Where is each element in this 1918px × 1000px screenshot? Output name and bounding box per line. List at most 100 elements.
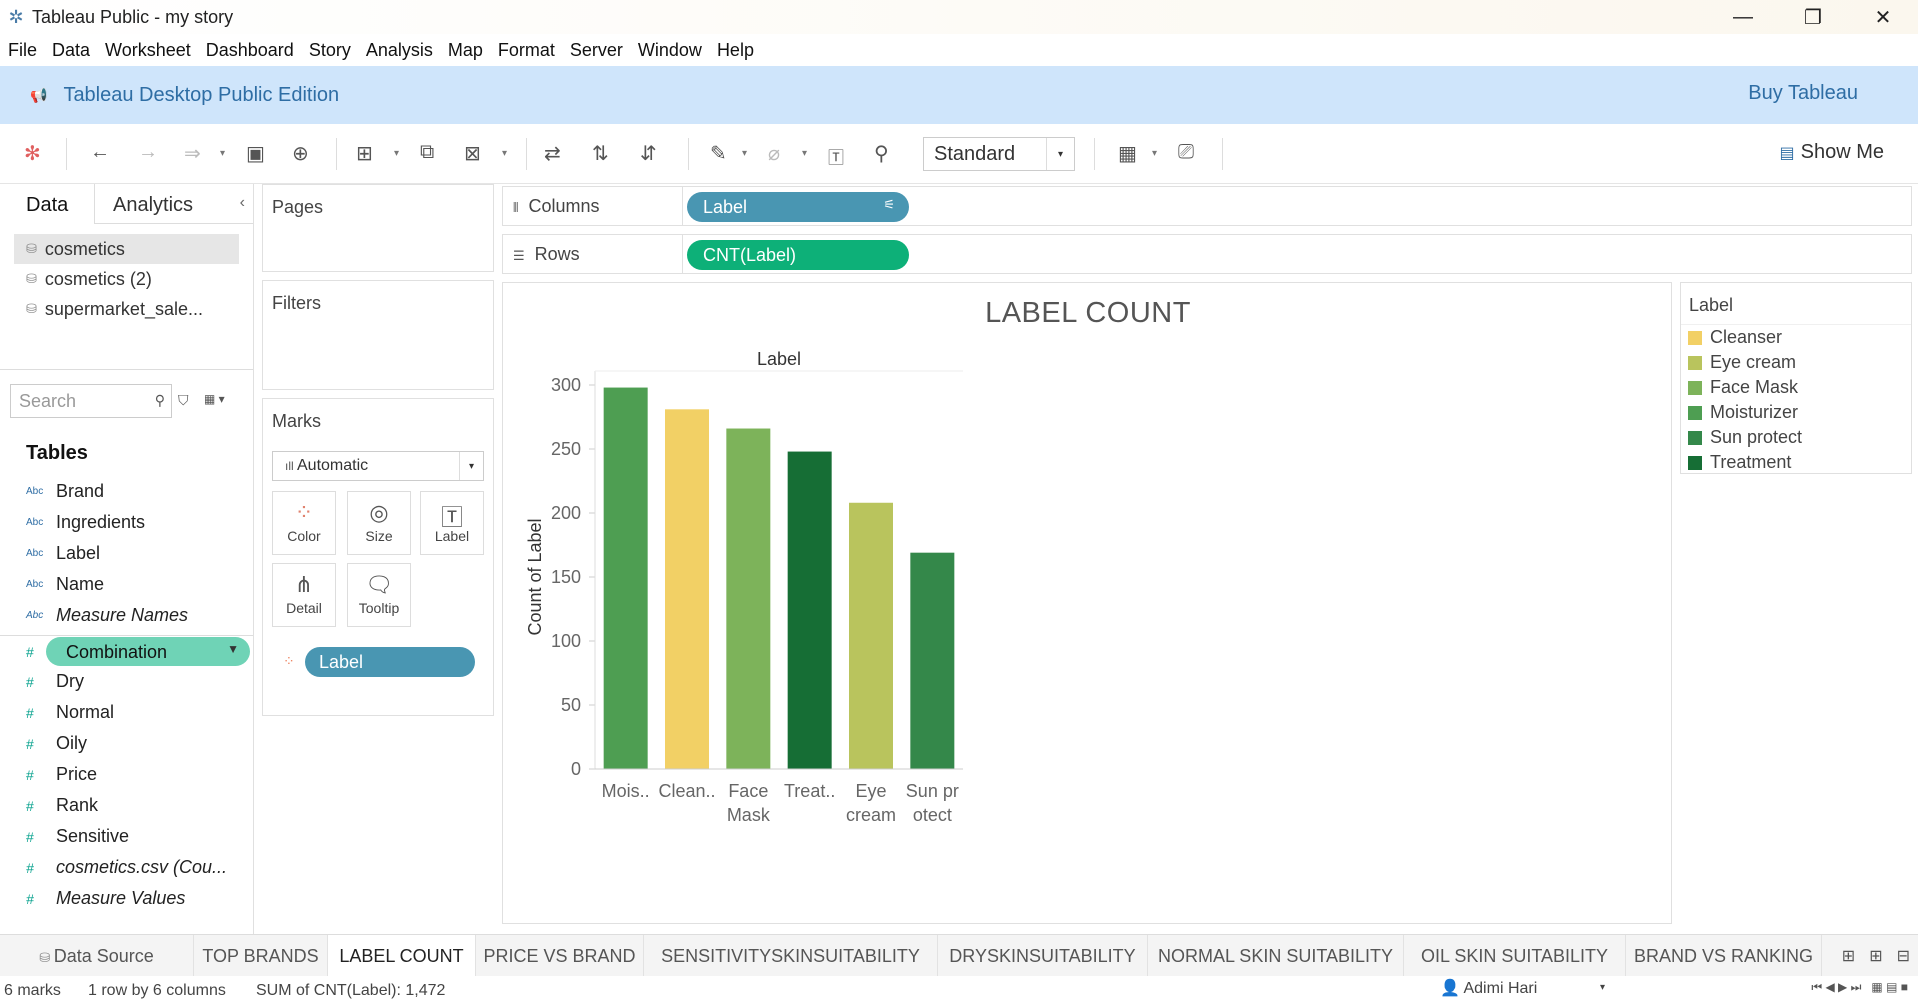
field-count[interactable]: # cosmetics.csv (Cou... [0, 852, 253, 883]
filters-card[interactable]: Filters [262, 280, 494, 390]
x-tick-label: Mois.. [602, 781, 650, 801]
user-dropdown[interactable]: 👤 Adimi Hari ▾ [1440, 978, 1610, 1000]
highlight-icon[interactable]: ✎ [710, 141, 727, 166]
swap-icon[interactable]: ⇄ [544, 141, 561, 166]
new-dashboard-icon[interactable]: ⊞ [1869, 948, 1882, 965]
tab-sensitivity[interactable]: SENSITIVITYSKINSUITABILITY [644, 935, 938, 977]
datasource-item[interactable]: ⛁ cosmetics (2) [14, 264, 239, 294]
field-measure-values[interactable]: # Measure Values [0, 883, 253, 914]
sort-descending-icon[interactable]: ⇵ [640, 141, 657, 166]
tableau-logo-icon[interactable]: ✻ [24, 141, 41, 166]
field-sensitive[interactable]: # Sensitive [0, 821, 253, 852]
menu-story[interactable]: Story [309, 40, 351, 61]
detail-button[interactable]: ⋔ Detail [272, 563, 336, 627]
legend-item-moisturizer[interactable]: Moisturizer [1681, 400, 1911, 425]
tooltip-button[interactable]: 🗨 Tooltip [347, 563, 411, 627]
field-normal[interactable]: # Normal [0, 697, 253, 728]
sort-ascending-icon[interactable]: ⇅ [592, 141, 609, 166]
card-visibility-icon[interactable]: ▦ [1118, 141, 1137, 166]
field-combination[interactable]: # Combination ▼ [0, 635, 253, 666]
color-field-pill[interactable]: Label [305, 647, 475, 677]
clear-sheet-dropdown-icon[interactable]: ▾ [502, 148, 507, 159]
menu-data[interactable]: Data [52, 40, 90, 61]
color-button[interactable]: ⁘ Color [272, 491, 336, 555]
mark-type-select[interactable]: ıll Automatic ▾ [272, 451, 484, 481]
columns-pill[interactable]: Label ⚟ [687, 192, 909, 222]
datasource-item[interactable]: ⛁ supermarket_sale... [14, 294, 239, 324]
show-labels-icon[interactable]: 🅃 [828, 144, 844, 168]
new-datasource-icon[interactable]: ⊕ [292, 141, 309, 166]
field-oily[interactable]: # Oily [0, 728, 253, 759]
pin-icon[interactable]: ⚲ [874, 141, 889, 166]
menu-format[interactable]: Format [498, 40, 555, 61]
tab-top-brands[interactable]: TOP BRANDS [194, 935, 328, 977]
field-brand[interactable]: Abc Brand [0, 476, 253, 507]
group-dropdown-icon[interactable]: ▾ [802, 148, 807, 159]
label-button[interactable]: 🅃 Label [420, 491, 484, 555]
columns-shelf[interactable]: ⫴ Columns Label ⚟ [502, 186, 1912, 226]
rows-pill[interactable]: CNT(Label) [687, 240, 909, 270]
field-name[interactable]: Abc Name [0, 569, 253, 600]
chevron-down-icon[interactable]: ▼ [227, 642, 239, 656]
pages-card[interactable]: Pages [262, 184, 494, 272]
menu-window[interactable]: Window [638, 40, 702, 61]
sheet-navigation[interactable]: ⏮ ◀ ▶ ⏭ ▦ ▤ ■ [1811, 980, 1908, 995]
menu-map[interactable]: Map [448, 40, 483, 61]
clear-sheet-icon[interactable]: ⊠ [464, 141, 481, 166]
menu-file[interactable]: File [8, 40, 37, 61]
buy-tableau-link[interactable]: Buy Tableau [1748, 82, 1858, 105]
legend-item-treatment[interactable]: Treatment [1681, 450, 1911, 475]
save-icon[interactable]: ▣ [246, 141, 265, 166]
tab-price-vs-brand[interactable]: PRICE VS BRAND [476, 935, 644, 977]
field-dry[interactable]: # Dry [0, 666, 253, 697]
fit-select[interactable]: Standard ▾ [923, 137, 1075, 171]
tab-data[interactable]: Data [0, 184, 95, 224]
tab-dry-skin[interactable]: DRYSKINSUITABILITY [938, 935, 1148, 977]
legend-item-face-mask[interactable]: Face Mask [1681, 375, 1911, 400]
filter-icon[interactable]: ⛉ [178, 392, 189, 409]
field-measure-names[interactable]: Abc Measure Names [0, 600, 253, 631]
menu-dashboard[interactable]: Dashboard [206, 40, 294, 61]
duplicate-sheet-icon[interactable]: ⧉ [420, 141, 434, 164]
tab-normal-skin[interactable]: NORMAL SKIN SUITABILITY [1148, 935, 1404, 977]
tab-brand-vs-ranking[interactable]: BRAND VS RANKING [1626, 935, 1822, 977]
field-price[interactable]: # Price [0, 759, 253, 790]
new-worksheet-icon[interactable]: ⊞ [1842, 948, 1855, 965]
close-button[interactable]: ✕ [1848, 0, 1918, 34]
legend-item-cleanser[interactable]: Cleanser [1681, 325, 1911, 350]
new-worksheet-dropdown-icon[interactable]: ▾ [394, 148, 399, 159]
tab-analytics[interactable]: Analytics [95, 184, 193, 224]
worksheet-view[interactable]: LABEL COUNT Label 0 50 100 150 200 250 300 Count… [502, 282, 1672, 924]
field-label[interactable]: Abc Label [0, 538, 253, 569]
view-options-icon[interactable]: ▦ ▾ [204, 392, 225, 406]
legend-item-sun-protect[interactable]: Sun protect [1681, 425, 1911, 450]
card-visibility-dropdown-icon[interactable]: ▾ [1152, 148, 1157, 159]
tab-oil-skin[interactable]: OIL SKIN SUITABILITY [1404, 935, 1626, 977]
new-worksheet-icon[interactable]: ⊞ [356, 141, 373, 166]
datasource-item[interactable]: ⛁ cosmetics [14, 234, 239, 264]
collapse-pane-icon[interactable]: ‹ [240, 194, 245, 212]
replay-icon[interactable]: ⇒ [184, 141, 201, 166]
rows-shelf[interactable]: ☰ Rows CNT(Label) [502, 234, 1912, 274]
show-me-button[interactable]: ▤ Show Me [1780, 141, 1885, 164]
minimize-button[interactable]: — [1708, 0, 1778, 34]
redo-icon[interactable]: → [138, 141, 158, 164]
search-input[interactable]: Search ⚲ [10, 384, 172, 418]
legend-item-eye-cream[interactable]: Eye cream [1681, 350, 1911, 375]
tab-label-count[interactable]: LABEL COUNT [328, 935, 476, 977]
undo-icon[interactable]: ← [90, 141, 110, 164]
menu-analysis[interactable]: Analysis [366, 40, 433, 61]
menu-worksheet[interactable]: Worksheet [105, 40, 191, 61]
highlight-dropdown-icon[interactable]: ▾ [742, 148, 747, 159]
group-icon[interactable]: ⌀ [768, 141, 780, 166]
field-ingredients[interactable]: Abc Ingredients [0, 507, 253, 538]
tab-data-source[interactable]: ⛁ Data Source [0, 935, 194, 977]
new-story-icon[interactable]: ⊟ [1897, 948, 1910, 965]
replay-dropdown-icon[interactable]: ▾ [220, 148, 225, 159]
field-rank[interactable]: # Rank [0, 790, 253, 821]
size-button[interactable]: ◎ Size [347, 491, 411, 555]
menu-server[interactable]: Server [570, 40, 623, 61]
menu-help[interactable]: Help [717, 40, 754, 61]
presentation-mode-icon[interactable]: ⎚ [1178, 141, 1194, 164]
restore-button[interactable]: ❐ [1778, 0, 1848, 34]
